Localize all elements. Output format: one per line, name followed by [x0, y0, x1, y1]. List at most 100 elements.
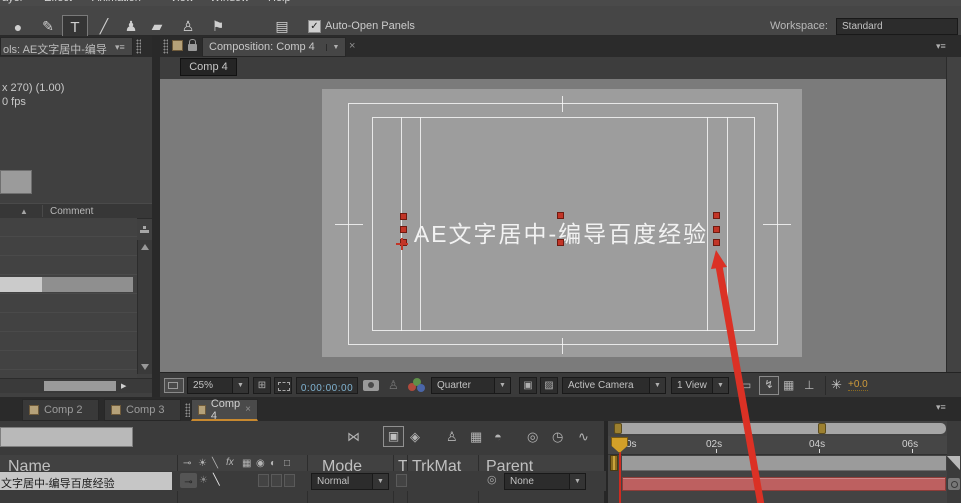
tab-close-icon[interactable]: × — [245, 404, 251, 415]
show-snapshot-icon[interactable]: ♙ — [388, 379, 399, 391]
region-of-interest-button[interactable] — [274, 377, 292, 394]
menu-effect[interactable]: Effect — [44, 0, 72, 4]
project-hscrollbar[interactable]: ▶ — [0, 378, 152, 393]
lock-icon[interactable] — [188, 39, 197, 51]
panel-divider[interactable] — [152, 36, 160, 397]
timeline-search-field[interactable] — [0, 427, 133, 447]
viewer-panel-grip[interactable] — [163, 39, 168, 54]
time-navigator-bar[interactable] — [615, 423, 946, 434]
channels-icon[interactable] — [408, 378, 426, 393]
composition-panel-tab[interactable]: Composition: Comp 4 ▼ — [202, 37, 346, 57]
comp-navigator-chip[interactable]: Comp 4 — [180, 58, 237, 76]
menu-layer[interactable]: ayer — [2, 0, 23, 4]
project-item-list[interactable] — [0, 218, 137, 378]
selected-item-row[interactable] — [0, 277, 42, 292]
layer-motion-blur-box[interactable] — [271, 474, 282, 487]
motion-blur-icon[interactable]: ◓ — [494, 430, 502, 443]
layer-name-cell[interactable]: 文字居中-编导百度经验 — [0, 472, 172, 490]
auto-keyframe-icon[interactable]: ◷ — [552, 430, 563, 443]
scroll-up-icon[interactable] — [141, 244, 149, 250]
hscroll-thumb[interactable] — [44, 381, 116, 391]
selection-handle[interactable] — [713, 239, 720, 246]
stamp-tool-button[interactable]: ♟ — [119, 15, 143, 38]
comp-flowchart-icon[interactable]: ⋈ — [347, 430, 360, 443]
monitor-icon[interactable] — [164, 378, 184, 393]
work-area-bar[interactable] — [622, 456, 946, 471]
scroll-right-icon[interactable]: ▶ — [121, 382, 126, 390]
exposure-value[interactable]: +0.0 — [848, 379, 868, 391]
work-area-start-bracket[interactable] — [610, 455, 618, 471]
menu-help[interactable]: Help — [268, 0, 291, 4]
graph-editor-icon[interactable]: ∿ — [578, 430, 589, 443]
tab-comp4-active[interactable]: Comp 4 × — [191, 398, 258, 422]
layer-row[interactable]: 文字居中-编导百度经验 ⊸ ☀ ╲ Normal ▼ ◎ None ▼ — [0, 471, 606, 491]
live-update-icon[interactable]: ◈ — [410, 430, 420, 443]
selection-handle[interactable] — [400, 226, 407, 233]
snapshot-camera-icon[interactable] — [363, 380, 379, 391]
mini-flowchart-icon[interactable]: ⊥ — [804, 379, 814, 391]
time-ruler[interactable]: 0s 02s 04s 06s — [608, 436, 947, 455]
workspace-select[interactable]: Standard — [836, 18, 958, 35]
3d-view-select[interactable]: Active Camera ▼ — [562, 377, 666, 394]
collapse-columns-icon[interactable]: ▲ — [20, 207, 28, 216]
eraser-tool-button[interactable]: ▰ — [145, 15, 169, 38]
pixel-aspect-button[interactable]: ↯ — [759, 376, 779, 395]
timeline-tab-grip[interactable] — [185, 403, 190, 417]
layer-duration-bar[interactable] — [622, 477, 946, 491]
navigator-start-handle[interactable] — [614, 423, 622, 434]
tab-comp2[interactable]: Comp 2 — [22, 399, 99, 421]
layer-adjustment-box[interactable] — [284, 474, 295, 487]
exposure-aperture-icon[interactable]: ✳ — [831, 378, 842, 391]
blend-mode-select[interactable]: Normal ▼ — [311, 473, 389, 490]
panel-list-button[interactable]: ▤ — [270, 15, 294, 38]
parent-select[interactable]: None ▼ — [504, 473, 586, 490]
transparency-grid-button[interactable]: ▨ — [540, 377, 558, 394]
project-vscrollbar[interactable] — [137, 240, 152, 374]
mask-visibility-button[interactable]: ▣ — [519, 377, 537, 394]
auto-open-checkbox[interactable]: ✓ — [308, 20, 321, 33]
project-panel-grip[interactable] — [136, 39, 141, 54]
view-layout-select[interactable]: 1 View ▼ — [671, 377, 729, 394]
menu-animation[interactable]: Animation — [92, 0, 141, 4]
layer-frame-blend-box[interactable] — [258, 474, 269, 487]
layer-collapse-switch[interactable]: ☀ — [199, 476, 208, 486]
rotobrush-tool-button[interactable]: ♙ — [176, 15, 200, 38]
layer-shy-switch[interactable]: ⊸ — [180, 473, 197, 488]
shy-layers-icon[interactable]: ♙ — [446, 430, 458, 443]
scroll-down-icon[interactable] — [141, 364, 149, 370]
menu-window[interactable]: Window — [210, 0, 249, 4]
parent-pickwhip-icon[interactable]: ◎ — [487, 475, 497, 486]
frame-blend-icon[interactable]: ▦ — [470, 430, 482, 443]
timecode-display[interactable]: 0:00:00:00 — [296, 377, 358, 394]
composition-tab-close-icon[interactable]: × — [349, 40, 355, 52]
timeline-panel-menu-icon[interactable]: ▾≡ — [936, 402, 946, 413]
navigator-end-handle[interactable] — [818, 423, 826, 434]
magnification-select[interactable]: 25% ▼ — [187, 377, 249, 394]
selection-handle[interactable] — [557, 212, 564, 219]
cti-line[interactable] — [619, 452, 621, 503]
draft-3d-button[interactable]: ▣ — [383, 426, 404, 447]
film-frames-icon[interactable]: ▦ — [783, 379, 794, 391]
selected-item-row-extension[interactable] — [42, 277, 133, 292]
safe-margins-button[interactable]: ⊞ — [253, 377, 271, 394]
selection-handle[interactable] — [713, 226, 720, 233]
layer-quality-switch[interactable]: ╲ — [213, 475, 220, 486]
timeline-zoom-icon[interactable] — [948, 478, 960, 490]
tab-comp3[interactable]: Comp 3 — [104, 399, 181, 421]
flat-screen-icon[interactable]: ▭ — [740, 379, 751, 391]
project-panel-menu-icon[interactable]: ▾≡ — [115, 42, 125, 53]
trkmat-box[interactable] — [396, 474, 407, 487]
selection-handle[interactable] — [557, 239, 564, 246]
selection-handle[interactable] — [713, 212, 720, 219]
pen-tool-button[interactable]: ✎ — [36, 15, 60, 38]
ellipse-tool-button[interactable]: ● — [6, 15, 30, 38]
viewer-panel-menu-icon[interactable]: ▾≡ — [936, 41, 946, 52]
brush-tool-button[interactable]: ╱ — [92, 15, 116, 38]
resolution-select[interactable]: Quarter ▼ — [431, 377, 511, 394]
project-panel-tab[interactable]: ols: AE文字居中-编导 ▾≡ — [0, 37, 133, 56]
puppet-pin-tool-button[interactable]: ⚑ — [206, 15, 230, 38]
anchor-point-icon[interactable] — [396, 238, 408, 250]
flowchart-icon[interactable] — [140, 224, 150, 234]
brainstorm-icon[interactable]: ◎ — [527, 430, 538, 443]
menu-view[interactable]: View — [170, 0, 194, 4]
